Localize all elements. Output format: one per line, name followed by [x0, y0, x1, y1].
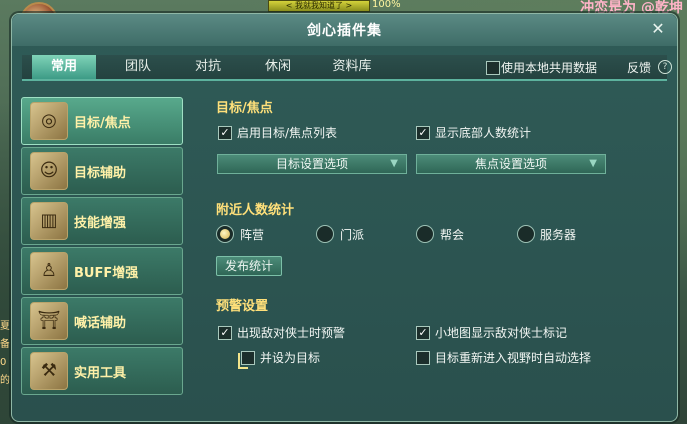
character-portrait-icon: ☺	[30, 152, 68, 190]
tab-common[interactable]: 常用	[32, 55, 96, 79]
buff-character-icon: ♙	[30, 252, 68, 290]
radio-guild-label: 帮会	[440, 228, 465, 242]
enable-list-checkbox[interactable]: ✓	[218, 126, 232, 140]
sidebar-item-label: 喊话辅助	[74, 316, 127, 331]
enable-list-label: 启用目标/焦点列表	[237, 126, 338, 140]
feedback-link[interactable]: 反馈	[627, 59, 651, 76]
auto-select-checkbox[interactable]	[416, 351, 430, 365]
tools-icon: ⚒	[30, 352, 68, 390]
tab-team[interactable]: 团队	[106, 55, 170, 79]
hostile-warning-label: 出现敌对侠士时预警	[237, 326, 346, 340]
hostile-warning-checkbox[interactable]: ✓	[218, 326, 232, 340]
sidebar-item-label: 实用工具	[74, 366, 127, 381]
show-bottom-count-checkbox[interactable]: ✓	[416, 126, 430, 140]
minimap-mark-label: 小地图显示敌对侠士标记	[435, 326, 568, 340]
chevron-down-icon: ▼	[390, 158, 398, 169]
radio-camp-label: 阵营	[240, 228, 265, 242]
gate-icon: ⛩	[30, 302, 68, 340]
radio-camp[interactable]	[216, 225, 234, 243]
auto-select-label: 目标重新进入视野时自动选择	[435, 351, 592, 365]
target-focus-icon: ◎	[30, 102, 68, 140]
radio-server-label: 服务器	[540, 228, 577, 242]
radio-school[interactable]	[316, 225, 334, 243]
sidebar-item-buff[interactable]: ♙ BUFF增强	[21, 247, 183, 295]
tab-leisure[interactable]: 休闲	[246, 55, 310, 79]
target-hp-bar: < 我就我知道了 >	[268, 0, 370, 12]
sidebar-item-shout[interactable]: ⛩ 喊话辅助	[21, 297, 183, 345]
skill-book-icon: ▥	[30, 202, 68, 240]
left-edge-text: 夏 备 0 的	[0, 321, 10, 386]
minimap-mark-checkbox[interactable]: ✓	[416, 326, 430, 340]
share-data-checkbox[interactable]	[486, 61, 500, 75]
sidebar-item-target-focus[interactable]: ◎ 目标/焦点	[21, 97, 183, 145]
sidebar-item-tools[interactable]: ⚒ 实用工具	[21, 347, 183, 395]
sidebar-item-target-assist[interactable]: ☺ 目标辅助	[21, 147, 183, 195]
set-as-target-label: 并设为目标	[260, 351, 321, 365]
set-as-target-checkbox[interactable]	[241, 351, 255, 365]
tab-pvp[interactable]: 对抗	[176, 55, 240, 79]
target-settings-label: 目标设置选项	[275, 157, 348, 171]
title-bar[interactable]: 剑心插件集 ✕	[12, 14, 677, 46]
sidebar-item-skill[interactable]: ▥ 技能增强	[21, 197, 183, 245]
help-icon[interactable]: ?	[658, 60, 672, 74]
focus-settings-select[interactable]: 焦点设置选项 ▼	[416, 154, 606, 174]
sidebar-item-label: 目标/焦点	[74, 116, 131, 131]
radio-guild[interactable]	[416, 225, 434, 243]
radio-school-label: 门派	[340, 228, 365, 242]
section-title-target-focus: 目标/焦点	[216, 101, 273, 116]
focus-settings-label: 焦点设置选项	[474, 157, 547, 171]
share-data-label: 使用本地共用数据	[501, 61, 598, 75]
section-title-warning: 预警设置	[216, 299, 269, 314]
plugin-window: 剑心插件集 ✕ 常用 团队 对抗 休闲 资料库 使用本地共用数据 反馈 ? ◎ …	[11, 13, 678, 422]
chevron-down-icon: ▼	[589, 158, 597, 169]
target-settings-select[interactable]: 目标设置选项 ▼	[217, 154, 407, 174]
close-icon[interactable]: ✕	[649, 20, 667, 38]
radio-server[interactable]	[517, 225, 535, 243]
show-bottom-count-label: 显示底部人数统计	[435, 126, 532, 140]
section-title-nearby: 附近人数统计	[216, 203, 295, 218]
sidebar-item-label: 目标辅助	[74, 166, 127, 181]
tab-database[interactable]: 资料库	[316, 55, 388, 79]
publish-stats-button[interactable]: 发布统计	[216, 256, 283, 276]
sidebar-item-label: 技能增强	[74, 216, 127, 231]
sidebar-item-label: BUFF增强	[74, 266, 139, 281]
target-hp-percent: 100%	[372, 0, 401, 10]
window-title: 剑心插件集	[307, 23, 382, 39]
